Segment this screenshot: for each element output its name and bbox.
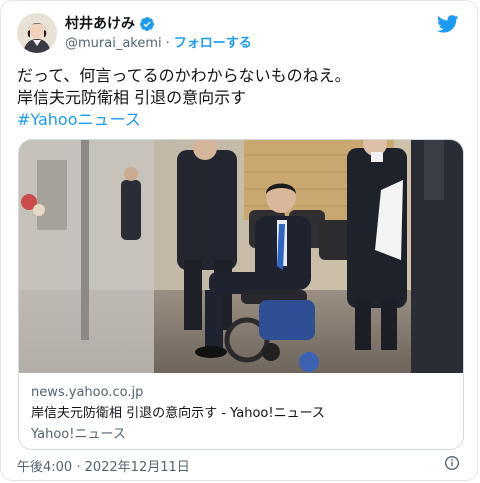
link-card-title[interactable]: 岸信夫元防衛相 引退の意向示す - Yahoo!ニュース [31, 405, 325, 423]
tweet-text-line-1: だって、何言ってるのかわからないものねえ。 [17, 66, 351, 85]
author-handle[interactable]: @murai_akemi [65, 35, 162, 53]
author-name-row[interactable]: 村井あけみ [65, 15, 155, 33]
avatar[interactable] [17, 13, 57, 53]
follow-button[interactable]: フォローする [174, 35, 252, 53]
author-name[interactable]: 村井あけみ [65, 15, 135, 33]
link-card[interactable]: news.yahoo.co.jp 岸信夫元防衛相 引退の意向示す - Yahoo… [18, 139, 464, 450]
link-card-meta[interactable]: news.yahoo.co.jp 岸信夫元防衛相 引退の意向示す - Yahoo… [31, 384, 325, 444]
tweet-text-line-2: 岸信夫元防衛相 引退の意向示す [17, 88, 247, 107]
hashtag-link[interactable]: #Yahooニュース [17, 110, 141, 129]
tweet-timestamp[interactable]: 午後4:00 · 2022年12月11日 [17, 456, 190, 475]
link-card-site: news.yahoo.co.jp [31, 385, 144, 400]
verified-badge-icon [139, 17, 154, 31]
tweet-embed-card: 村井あけみ @murai_akemi · フォローする だって、何言ってるのかわ… [0, 0, 478, 481]
twitter-bird-icon[interactable] [437, 15, 459, 33]
info-circle-icon[interactable] [444, 455, 460, 471]
tweet-text: だって、何言ってるのかわからないものねえ。 岸信夫元防衛相 引退の意向示す #Y… [17, 65, 467, 131]
link-card-source: Yahoo!ニュース [31, 427, 126, 442]
handle-row: @murai_akemi · フォローする [65, 35, 252, 53]
separator-dot: · [165, 36, 170, 51]
news-photo[interactable] [19, 140, 463, 373]
